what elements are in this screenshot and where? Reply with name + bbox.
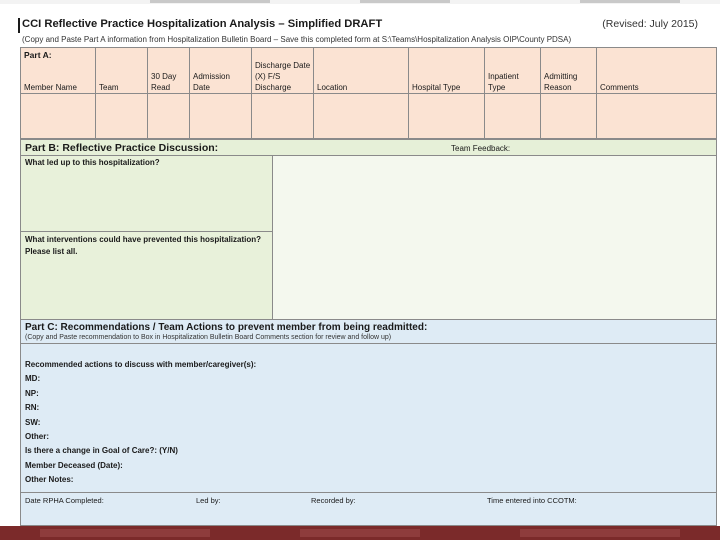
30-day-read-cell[interactable] [148,94,190,140]
column-label: Inpatient Type [488,72,519,92]
recommendation-item: Other: [25,431,49,441]
column-label: Comments [600,83,639,92]
column-location: Location [314,48,409,93]
recommendation-item: Recommended actions to discuss with memb… [25,360,257,369]
inpatient-type-cell[interactable] [485,94,541,140]
part-a-section: Part A: Member Name Team 30 Day Read Adm… [20,47,718,140]
discharge-date-cell[interactable] [252,94,314,140]
part-a-header-row: Part A: Member Name Team 30 Day Read Adm… [21,48,716,93]
hospital-type-cell[interactable] [409,94,485,140]
column-member-name: Part A: Member Name [21,48,96,93]
column-comments: Comments [597,48,718,93]
column-label: Team [99,83,119,92]
part-b-title: Part B: Reflective Practice Discussion: [25,142,219,154]
led-by-label: Led by: [196,496,221,505]
column-inpatient-type: Inpatient Type [485,48,541,93]
time-entered-label: Time entered into CCOTM: [487,496,577,505]
bottom-bar-stripe [300,529,420,537]
admission-date-cell[interactable] [190,94,252,140]
top-strip-segment [360,0,450,3]
part-a-title: Part A: [24,50,52,60]
bottom-bar-stripe [520,529,680,537]
part-a-entry-row [21,93,718,140]
question-interventions: What interventions could have prevented … [25,235,262,256]
comments-cell[interactable] [597,94,718,140]
recorded-by-label: Recorded by: [311,496,356,505]
top-strip [0,0,720,4]
column-discharge-date: Discharge Date (X) F/S Discharge [252,48,314,93]
recommendation-item: Member Deceased (Date): [25,460,123,470]
question-led-up: What led up to this hospitalization? [25,158,160,167]
divider [21,231,272,232]
revised-date: (Revised: July 2015) [602,18,698,30]
discussion-questions: What led up to this hospitalization? Wha… [21,156,273,319]
recommendation-item: NP: [25,388,39,398]
column-30-day-read: 30 Day Read [148,48,190,93]
column-label: Member Name [24,83,77,92]
team-feedback-label: Team Feedback: [451,144,511,153]
column-label: Admission Date [193,72,230,92]
member-name-cell[interactable] [21,94,96,140]
column-label: Admitting Reason [544,72,578,92]
bottom-bar-stripe [40,529,210,537]
text-cursor [18,18,20,33]
document-header: CCI Reflective Practice Hospitalization … [18,18,700,33]
team-cell[interactable] [96,94,148,140]
date-completed-label: Date RPHA Completed: [25,496,104,505]
recommendation-item: Is there a change in Goal of Care?: (Y/N… [25,446,178,456]
column-admitting-reason: Admitting Reason [541,48,597,93]
column-label: Discharge Date (X) F/S Discharge [255,61,311,92]
recommendation-item: RN: [25,403,40,413]
top-strip-segment [580,0,680,3]
part-c-header: Part C: Recommendations / Team Actions t… [21,320,716,344]
column-label: 30 Day Read [151,72,177,92]
part-b-header: Part B: Reflective Practice Discussion: … [21,140,716,156]
team-feedback-area[interactable] [273,156,716,319]
part-c-subtitle: (Copy and Paste recommendation to Box in… [25,334,392,341]
completion-footer: Date RPHA Completed: Led by: Recorded by… [21,492,716,526]
document-title: CCI Reflective Practice Hospitalization … [22,18,383,30]
part-c-section: Part C: Recommendations / Team Actions t… [20,319,717,526]
column-hospital-type: Hospital Type [409,48,485,93]
column-admission-date: Admission Date [190,48,252,93]
recommendation-item: Other Notes: [25,475,74,485]
bottom-bar [0,526,720,540]
admitting-reason-cell[interactable] [541,94,597,140]
column-team: Team [96,48,148,93]
top-strip-segment [150,0,270,3]
location-cell[interactable] [314,94,409,140]
part-c-title: Part C: Recommendations / Team Actions t… [25,322,428,333]
instructions-line: (Copy and Paste Part A information from … [22,35,572,44]
column-label: Location [317,83,348,92]
recommendations-list: Recommended actions to discuss with memb… [25,360,256,490]
column-label: Hospital Type [412,83,461,92]
recommendation-item: SW: [25,417,41,427]
recommendation-item: MD: [25,374,41,384]
part-b-section: Part B: Reflective Practice Discussion: … [20,139,717,319]
